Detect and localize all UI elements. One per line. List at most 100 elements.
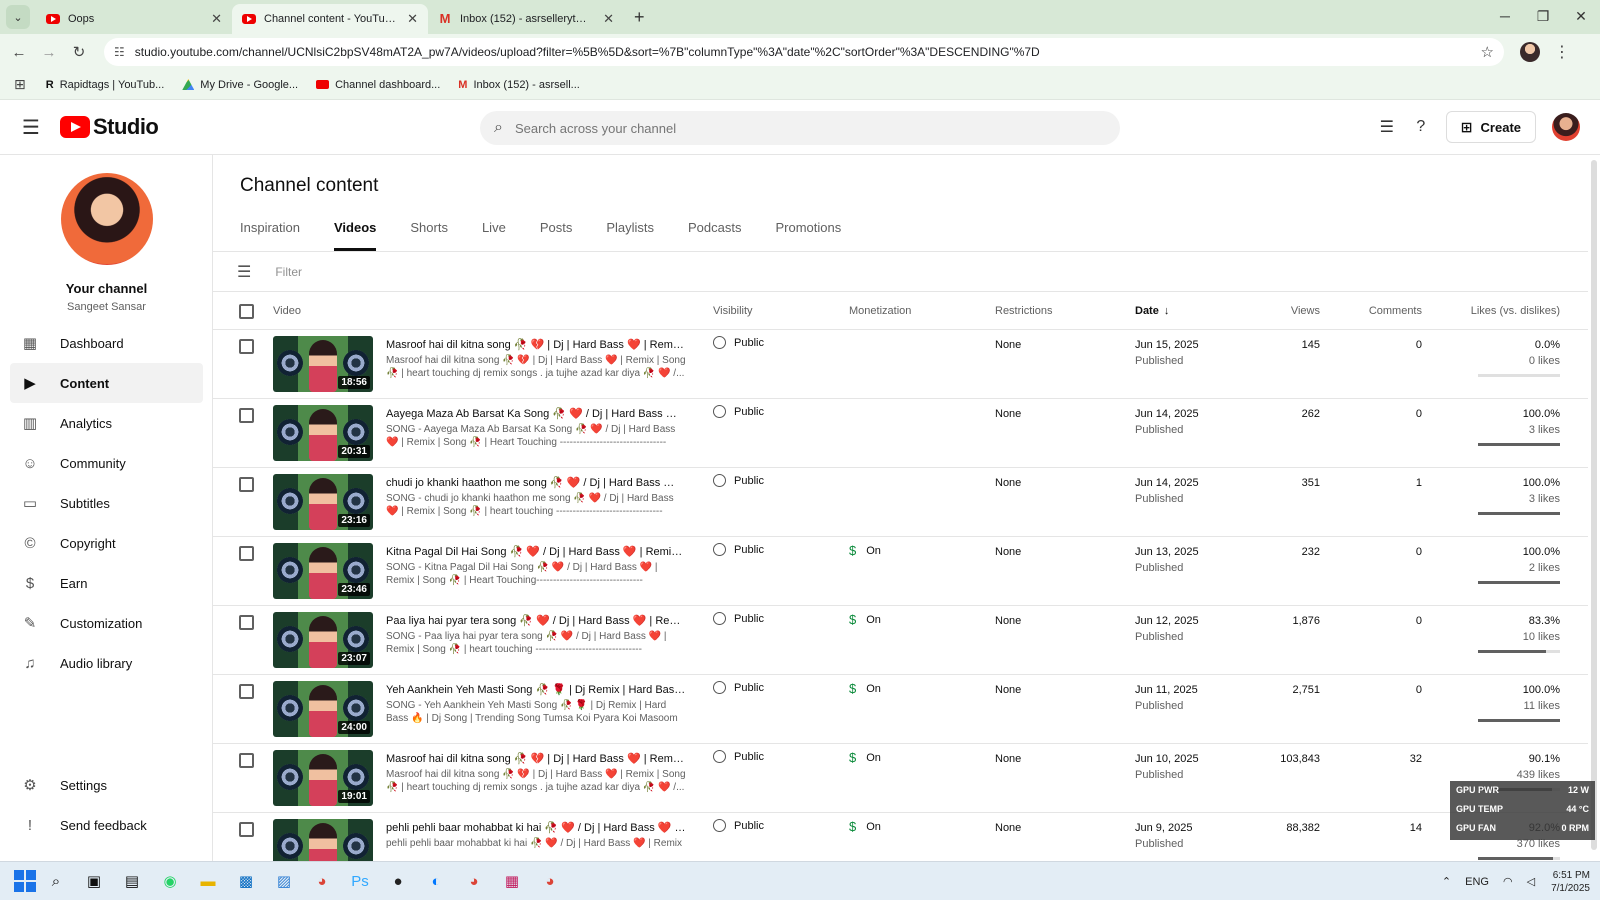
video-title[interactable]: Yeh Aankhein Yeh Masti Song 🥀 🌹 | Dj Rem… [386,683,686,696]
video-title[interactable]: Aayega Maza Ab Barsat Ka Song 🥀 ❤️ / Dj … [386,407,686,420]
tab-videos[interactable]: Videos [333,213,377,251]
row-checkbox[interactable] [239,477,254,492]
terminal-icon[interactable]: ▤ [114,866,150,896]
clock[interactable]: 6:51 PM 7/1/2025 [1551,869,1590,895]
channel-avatar[interactable] [61,173,153,265]
visibility-cell[interactable]: Public [713,750,764,763]
sidebar-item-customization[interactable]: ✎ Customization [10,603,203,643]
store-icon[interactable]: ▩ [228,866,264,896]
chrome-profile-icon[interactable]: ◕ [456,866,492,896]
monetization-cell[interactable]: $ On [849,612,881,627]
address-bar[interactable]: ☷ studio.youtube.com/channel/UCNlsiC2bpS… [104,38,1504,66]
video-title[interactable]: Paa liya hai pyar tera song 🥀 ❤️ / Dj | … [386,614,686,627]
browser-tab[interactable]: Channel content - YouTube Studio ✕ [232,4,428,34]
visibility-cell[interactable]: Public [713,543,764,556]
tab-playlists[interactable]: Playlists [606,213,654,251]
language-indicator[interactable]: ENG [1465,876,1489,888]
row-checkbox[interactable] [239,615,254,630]
back-button[interactable]: ← [4,44,34,61]
maximize-button[interactable]: ❐ [1524,0,1562,34]
app-icon[interactable]: ▦ [494,866,530,896]
search-input[interactable] [514,120,1075,136]
row-checkbox[interactable] [239,753,254,768]
messages-icon[interactable]: ☰ [1370,117,1404,137]
table-row[interactable]: 20:31 Aayega Maza Ab Barsat Ka Song 🥀 ❤️ … [213,399,1588,468]
sidebar-item-dashboard[interactable]: ▦ Dashboard [10,323,203,363]
sidebar-item-settings[interactable]: ⚙ Settings [10,765,203,805]
table-row[interactable]: 23:07 Paa liya hai pyar tera song 🥀 ❤️ / … [213,606,1588,675]
browser-tab[interactable]: Oops ✕ [36,4,232,34]
visibility-cell[interactable]: Public [713,474,764,487]
file-explorer-icon[interactable]: ▬ [190,866,226,896]
video-thumbnail[interactable]: 23:07 [273,612,373,668]
bookmark-item[interactable]: R Rapidtags | YouTub... [46,79,165,91]
bookmark-item[interactable]: M Inbox (152) - asrsell... [458,79,580,91]
bookmark-star-icon[interactable]: ☆ [1481,43,1494,61]
account-avatar[interactable] [1552,113,1580,141]
bookmark-item[interactable]: My Drive - Google... [182,79,298,91]
browser-menu-icon[interactable]: ⋮ [1554,42,1570,62]
minimize-button[interactable]: ─ [1486,0,1524,34]
media-player-icon[interactable]: ● [380,866,416,896]
visibility-cell[interactable]: Public [713,405,764,418]
table-row[interactable]: 24:00 Yeh Aankhein Yeh Masti Song 🥀 🌹 | D… [213,675,1588,744]
row-checkbox[interactable] [239,822,254,837]
tab-inspiration[interactable]: Inspiration [240,213,300,251]
sidebar-item-earn[interactable]: $ Earn [10,563,203,603]
row-checkbox[interactable] [239,684,254,699]
video-thumbnail[interactable]: 20:31 [273,405,373,461]
chrome-alt-icon[interactable]: ◕ [532,866,568,896]
video-thumbnail[interactable]: 23:46 [273,543,373,599]
browser-profile-avatar[interactable] [1520,42,1540,62]
video-thumbnail[interactable]: 19:01 [273,750,373,806]
table-row[interactable]: 18:56 Masroof hai dil kitna song 🥀 💔 | Dj… [213,330,1588,399]
table-row[interactable]: 19:01 Masroof hai dil kitna song 🥀 💔 | Dj… [213,744,1588,813]
table-row[interactable]: 23:46 Kitna Pagal Dil Hai Song 🥀 ❤️ / Dj … [213,537,1588,606]
browser-tab[interactable]: M Inbox (152) - asrselleryt@gmail.com ✕ [428,4,624,34]
filter-input[interactable]: Filter [275,265,302,279]
filter-icon[interactable]: ☰ [237,262,251,282]
tab-search-button[interactable]: ⌄ [6,5,30,29]
close-tab-icon[interactable]: ✕ [211,11,222,27]
sidebar-item-content[interactable]: ▶ Content [10,363,203,403]
video-thumbnail[interactable]: 24:00 [273,681,373,737]
sidebar-item-audio-library[interactable]: ♫ Audio library [10,643,203,683]
wifi-icon[interactable]: ◠ [1503,875,1513,888]
select-all-checkbox[interactable] [239,304,254,319]
tray-overflow-icon[interactable]: ⌃ [1442,875,1451,888]
video-title[interactable]: Masroof hai dil kitna song 🥀 💔 | Dj | Ha… [386,752,686,765]
chrome-icon[interactable]: ◕ [304,866,340,896]
video-thumbnail[interactable] [273,819,373,861]
apps-grid-icon[interactable]: ⊞ [14,76,26,93]
messenger-icon[interactable]: ◐ [418,866,454,896]
close-window-button[interactable]: ✕ [1562,0,1600,34]
sidebar-item-copyright[interactable]: © Copyright [10,523,203,563]
table-row[interactable]: 23:16 chudi jo khanki haathon me song 🥀 ❤… [213,468,1588,537]
task-view-icon[interactable]: ▣ [76,866,112,896]
monetization-cell[interactable]: $ On [849,819,881,834]
sidebar-item-send-feedback[interactable]: ! Send feedback [10,805,203,845]
tab-live[interactable]: Live [482,213,506,251]
whatsapp-icon[interactable]: ◉ [152,866,188,896]
monetization-cell[interactable]: $ On [849,750,881,765]
photoshop-icon[interactable]: Ps [342,866,378,896]
page-scrollbar[interactable] [1591,160,1597,850]
video-title[interactable]: chudi jo khanki haathon me song 🥀 ❤️ / D… [386,476,686,489]
video-thumbnail[interactable]: 23:16 [273,474,373,530]
monetization-cell[interactable]: $ On [849,681,881,696]
taskbar-search-icon[interactable]: ⌕ [38,866,74,896]
filter-bar[interactable]: ☰ Filter [213,252,1588,292]
row-checkbox[interactable] [239,408,254,423]
video-title[interactable]: Masroof hai dil kitna song 🥀 💔 | Dj | Ha… [386,338,686,351]
close-tab-icon[interactable]: ✕ [603,11,614,27]
sidebar-item-analytics[interactable]: ▥ Analytics [10,403,203,443]
video-thumbnail[interactable]: 18:56 [273,336,373,392]
tab-shorts[interactable]: Shorts [410,213,448,251]
visibility-cell[interactable]: Public [713,819,764,832]
help-icon[interactable]: ? [1404,118,1438,136]
photos-icon[interactable]: ▨ [266,866,302,896]
tab-promotions[interactable]: Promotions [776,213,842,251]
visibility-cell[interactable]: Public [713,612,764,625]
table-row[interactable]: pehli pehli baar mohabbat ki hai 🥀 ❤️ / … [213,813,1588,861]
video-title[interactable]: pehli pehli baar mohabbat ki hai 🥀 ❤️ / … [386,821,686,834]
